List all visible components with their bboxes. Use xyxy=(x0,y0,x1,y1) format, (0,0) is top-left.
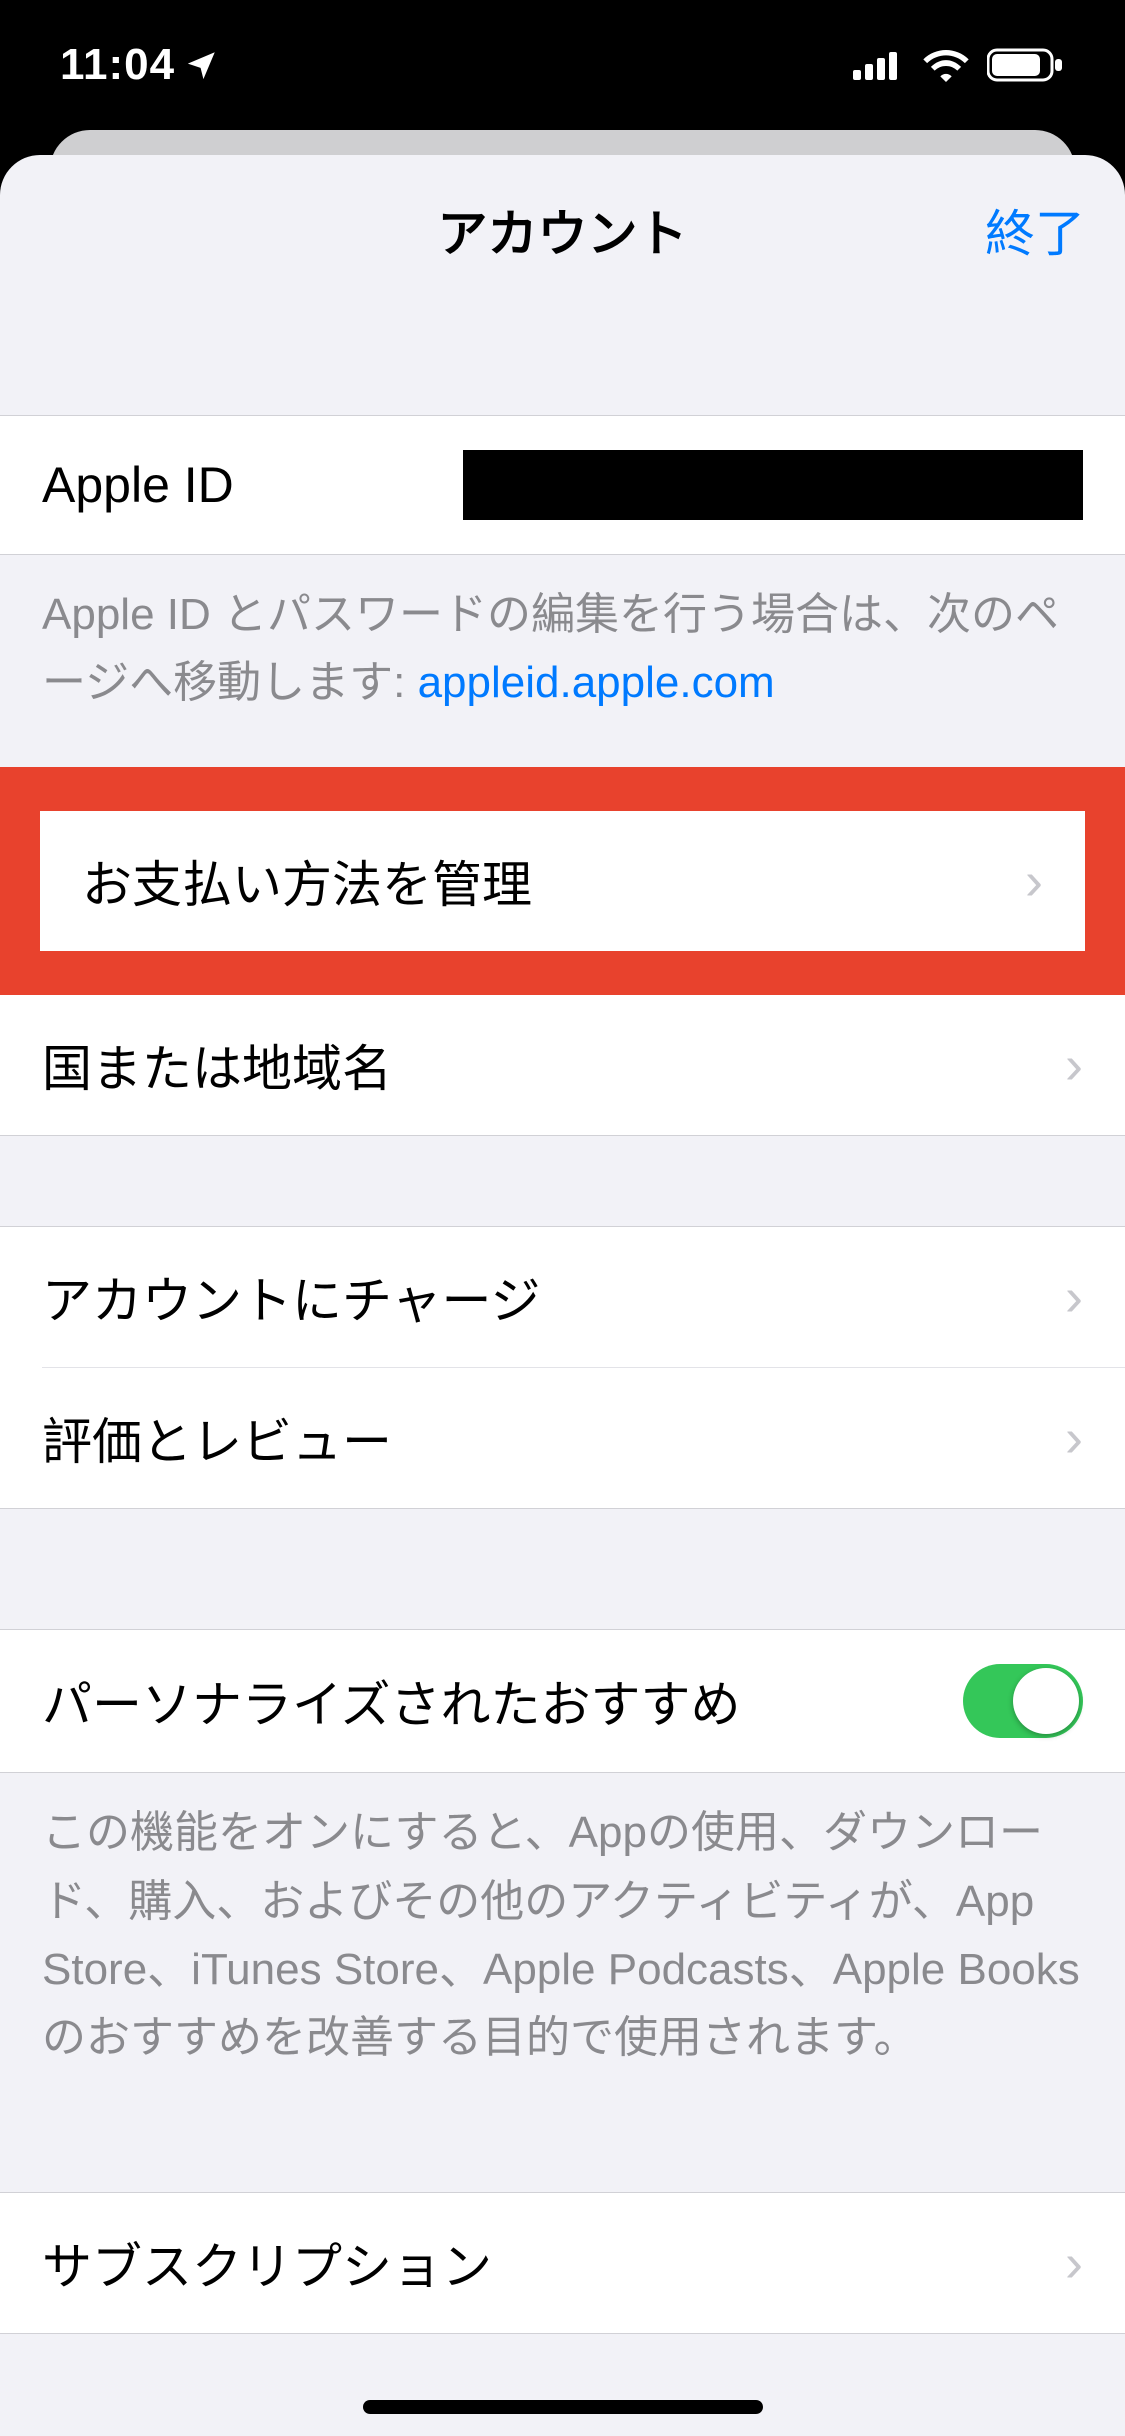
personalized-toggle[interactable] xyxy=(963,1664,1083,1738)
personalized-footer: この機能をオンにすると、Appの使用、ダウンロード、購入、およびその他のアクティ… xyxy=(0,1773,1125,2072)
apple-id-row[interactable]: Apple ID xyxy=(0,416,1125,554)
apple-id-footer-link[interactable]: appleid.apple.com xyxy=(418,658,775,707)
personalized-group: パーソナライズされたおすすめ xyxy=(0,1629,1125,1773)
manage-payment-label: お支払い方法を管理 xyxy=(82,845,532,917)
apple-id-footer: Apple ID とパスワードの編集を行う場合は、次のページへ移動します: ap… xyxy=(0,555,1125,717)
add-funds-row[interactable]: アカウントにチャージ › xyxy=(0,1227,1125,1367)
personalized-row: パーソナライズされたおすすめ xyxy=(0,1630,1125,1772)
account-sheet: アカウント 終了 Apple ID Apple ID とパスワードの編集を行う場… xyxy=(0,155,1125,2436)
done-button[interactable]: 終了 xyxy=(985,194,1085,266)
add-funds-label: アカウントにチャージ xyxy=(42,1261,541,1333)
wifi-icon xyxy=(923,48,969,82)
country-region-label: 国または地域名 xyxy=(42,1029,392,1101)
country-region-group: 国または地域名 › xyxy=(0,995,1125,1136)
apple-id-label: Apple ID xyxy=(42,456,234,514)
chevron-right-icon: › xyxy=(1045,2232,1083,2294)
status-bar: 11:04 xyxy=(0,0,1125,130)
status-left: 11:04 xyxy=(60,40,219,90)
subscriptions-group: サブスクリプション › xyxy=(0,2192,1125,2334)
home-indicator[interactable] xyxy=(363,2400,763,2414)
manage-payment-row[interactable]: お支払い方法を管理 › xyxy=(40,811,1085,951)
status-right xyxy=(853,47,1065,83)
subscriptions-label: サブスクリプション xyxy=(42,2227,492,2299)
funds-reviews-group: アカウントにチャージ › 評価とレビュー › xyxy=(0,1226,1125,1509)
highlight-manage-payment: お支払い方法を管理 › xyxy=(0,767,1125,995)
ratings-reviews-label: 評価とレビュー xyxy=(42,1402,392,1474)
country-region-row[interactable]: 国または地域名 › xyxy=(0,995,1125,1135)
chevron-right-icon: › xyxy=(1005,850,1043,912)
personalized-label: パーソナライズされたおすすめ xyxy=(42,1665,741,1737)
subscriptions-row[interactable]: サブスクリプション › xyxy=(0,2193,1125,2333)
chevron-right-icon: › xyxy=(1045,1407,1083,1469)
chevron-right-icon: › xyxy=(1045,1034,1083,1096)
apple-id-group: Apple ID xyxy=(0,415,1125,555)
status-time: 11:04 xyxy=(60,40,175,90)
page-title: アカウント xyxy=(438,194,688,266)
ratings-reviews-row[interactable]: 評価とレビュー › xyxy=(42,1367,1125,1508)
chevron-right-icon: › xyxy=(1045,1266,1083,1328)
location-arrow-icon xyxy=(185,48,219,82)
toggle-knob xyxy=(1013,1668,1079,1734)
apple-id-value-redacted xyxy=(463,450,1083,520)
battery-icon xyxy=(987,47,1065,83)
navbar: アカウント 終了 xyxy=(0,155,1125,305)
signal-icon xyxy=(853,50,905,80)
